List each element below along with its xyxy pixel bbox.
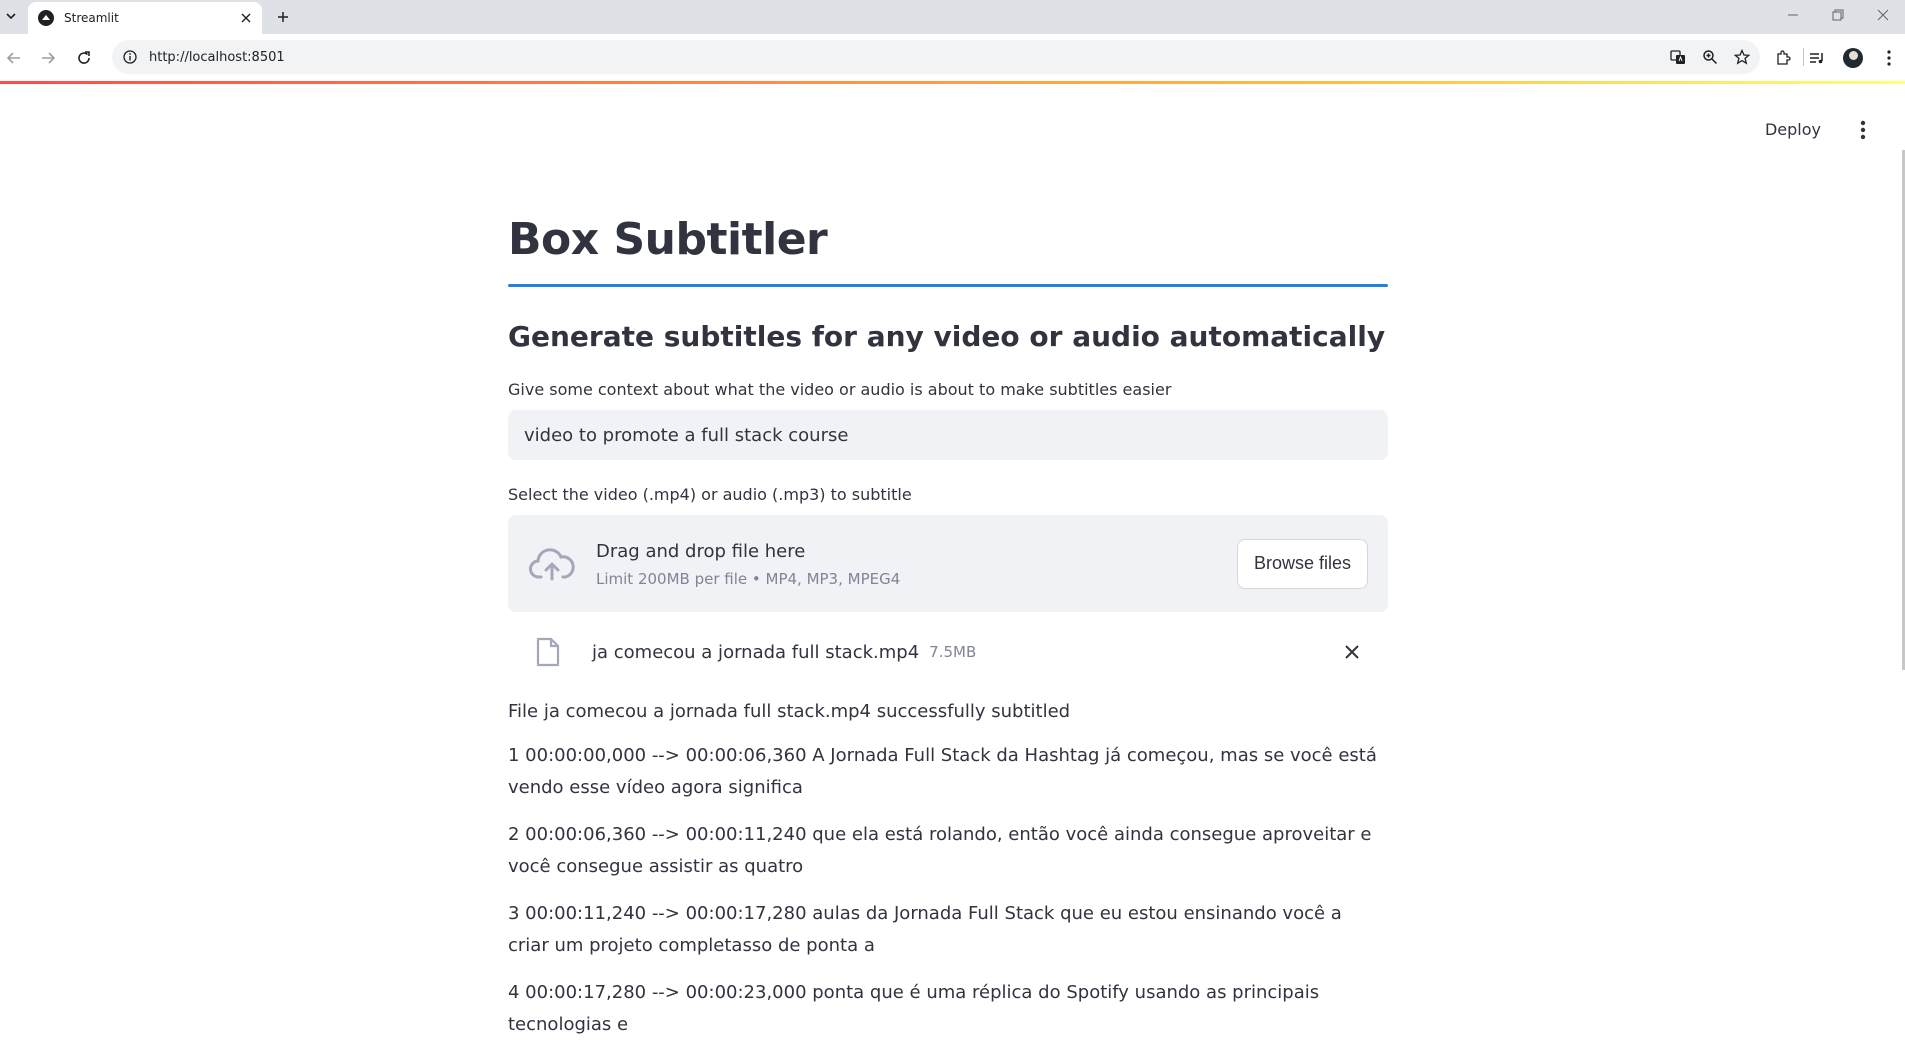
info-icon[interactable] xyxy=(121,48,139,66)
file-icon xyxy=(534,636,562,668)
browse-files-button[interactable]: Browse files xyxy=(1236,538,1368,589)
main-content: Box Subtitler Generate subtitles for any… xyxy=(508,210,1388,1041)
restore-icon[interactable] xyxy=(1815,0,1860,30)
title-divider xyxy=(508,284,1388,287)
dropzone-instructions: Drag and drop file here Limit 200MB per … xyxy=(596,539,1237,589)
translate-icon[interactable] xyxy=(1664,43,1692,71)
deploy-button[interactable]: Deploy xyxy=(1753,114,1833,145)
tab-title: Streamlit xyxy=(64,11,119,25)
main-menu-icon[interactable] xyxy=(1851,118,1875,142)
plus-icon[interactable] xyxy=(272,6,294,28)
browser-tabstrip: Streamlit xyxy=(0,0,1905,34)
app-header-actions: Deploy xyxy=(1753,114,1875,145)
streamlit-decoration-bar xyxy=(0,81,1905,84)
success-message: File ja comecou a jornada full stack.mp4… xyxy=(508,701,1071,722)
media-icon[interactable] xyxy=(1803,44,1831,72)
context-input[interactable]: video to promote a full stack course xyxy=(508,410,1388,460)
address-bar[interactable]: http://localhost:8501 xyxy=(112,40,1760,74)
back-icon[interactable] xyxy=(2,46,26,70)
subtitle-entry: 1 00:00:00,000 --> 00:00:06,360 A Jornad… xyxy=(508,745,1377,798)
subtitle-entry: 2 00:00:06,360 --> 00:00:11,240 que ela … xyxy=(508,824,1372,877)
star-icon[interactable] xyxy=(1728,43,1756,71)
dropzone-limit-text: Limit 200MB per file • MP4, MP3, MPEG4 xyxy=(596,569,901,588)
context-input-label: Give some context about what the video o… xyxy=(508,380,1172,399)
uploaded-file-name: ja comecou a jornada full stack.mp4 xyxy=(592,641,920,663)
file-dropzone[interactable]: Drag and drop file here Limit 200MB per … xyxy=(508,515,1388,612)
avatar xyxy=(1843,48,1863,68)
extensions-icon[interactable] xyxy=(1769,44,1797,72)
zoom-icon[interactable] xyxy=(1696,43,1724,71)
file-uploader-label: Select the video (.mp4) or audio (.mp3) … xyxy=(508,485,912,504)
close-window-icon[interactable] xyxy=(1860,0,1905,30)
subtitle-entry: 4 00:00:17,280 --> 00:00:23,000 ponta qu… xyxy=(508,982,1320,1035)
close-icon[interactable] xyxy=(238,10,254,26)
reload-icon[interactable] xyxy=(72,46,96,70)
profile-button[interactable] xyxy=(1839,44,1867,72)
tab-list-icon[interactable] xyxy=(2,7,20,25)
uploaded-file-size: 7.5MB xyxy=(929,643,977,661)
window-controls xyxy=(1770,0,1905,30)
remove-file-icon[interactable] xyxy=(1340,640,1364,664)
subtitle-entry: 3 00:00:11,240 --> 00:00:17,280 aulas da… xyxy=(508,903,1342,956)
streamlit-favicon xyxy=(38,10,54,26)
dropzone-primary-text: Drag and drop file here xyxy=(596,540,806,562)
url-text[interactable]: http://localhost:8501 xyxy=(149,50,1664,65)
browser-tab[interactable]: Streamlit xyxy=(28,2,262,34)
more-vert-icon[interactable] xyxy=(1875,44,1903,72)
uploaded-file-row: ja comecou a jornada full stack.mp4 7.5M… xyxy=(508,628,1388,676)
browser-toolbar: http://localhost:8501 xyxy=(0,34,1905,81)
page-subtitle: Generate subtitles for any video or audi… xyxy=(508,320,1386,353)
forward-icon[interactable] xyxy=(36,46,60,70)
minimize-icon[interactable] xyxy=(1770,0,1815,30)
page-title: Box Subtitler xyxy=(508,214,828,265)
cloud-upload-icon xyxy=(528,544,576,584)
